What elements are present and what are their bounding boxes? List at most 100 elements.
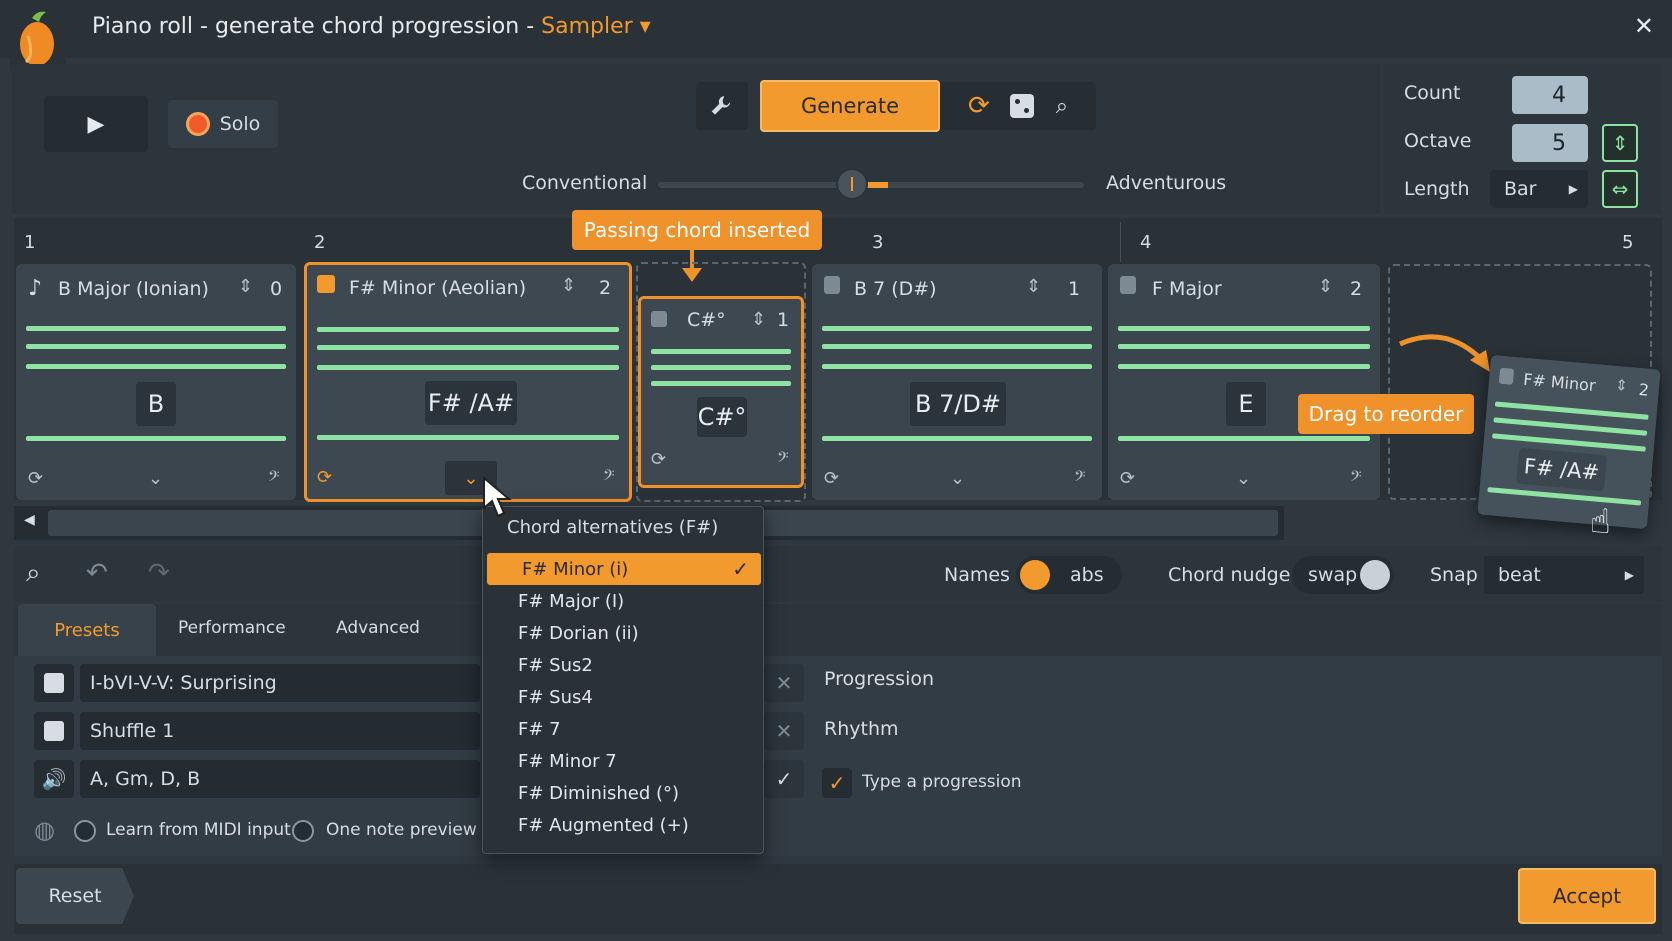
lock-icon[interactable] [824,276,840,294]
refresh-icon[interactable]: ⟳ [317,467,332,488]
tab-advanced[interactable]: Advanced [336,618,420,638]
search-icon[interactable]: ⌕ [1056,94,1068,119]
speaker-icon[interactable]: 🔊 [34,760,74,798]
preset-row-3[interactable]: A, Gm, D, B [80,760,480,798]
chevron-down-icon[interactable]: ⌄ [148,468,163,489]
chord-card-4[interactable]: F Major ⇕ 2 E ⟳ ⌄ 𝄢 [1108,264,1380,500]
undo-icon[interactable]: ↶ [86,558,108,588]
chord-name: B Major (Ionian) [58,278,209,300]
menu-item[interactable]: F# Diminished (°) [483,777,763,809]
chord-card-passing[interactable]: C#° ⇕ 1 C#° ⟳ 𝄢 [638,296,804,488]
dice-icon[interactable] [1009,94,1034,118]
bass-clef-icon[interactable]: 𝄢 [268,468,280,489]
bass-clef-icon[interactable]: 𝄢 [1350,468,1362,489]
length-fit-icon[interactable]: ⇔ [1602,170,1638,208]
dice-icon[interactable] [34,664,74,702]
scroll-left-icon[interactable]: ◀ [24,512,35,528]
snap-select[interactable]: beat ▶ [1484,556,1644,594]
conventional-label: Conventional [522,172,648,194]
close-icon[interactable]: ✕ [764,664,804,702]
play-icon: ▶ [87,111,105,137]
names-toggle[interactable]: abs [1016,556,1122,594]
lock-icon[interactable] [651,311,667,327]
slider-thumb[interactable] [836,168,868,200]
caret-right-icon: ▶ [1624,568,1634,582]
count-stepper[interactable]: 4 [1512,76,1588,114]
chevron-down-icon[interactable]: ⌄ [950,468,965,489]
palette-icon: ◍ [34,816,55,844]
stepper-icon[interactable]: ⇕ [561,275,576,296]
tool-group: ⟳ ⌕ [940,82,1096,130]
adventure-slider[interactable] [658,168,1084,200]
bass-clef-icon[interactable]: 𝄢 [777,449,789,470]
bass-clef-icon[interactable]: 𝄢 [603,467,615,488]
stepper-icon[interactable]: ⇕ [1318,276,1333,297]
curved-arrow-icon [1399,334,1490,372]
chord-card-2[interactable]: F# Minor (Aeolian) ⇕ 2 F# /A# ⟳ ⌄ 𝄢 [304,262,632,502]
accept-label: Accept [1552,884,1622,908]
preset-label: I-bVI-V-V: Surprising [90,672,277,694]
chord-card-1[interactable]: ♪ B Major (Ionian) ⇕ 0 B ⟳ ⌄ 𝄢 [16,264,296,500]
chord-nudge-toggle[interactable]: swap [1292,556,1394,594]
one-note-preview-label: One note preview [326,820,477,840]
accept-button[interactable]: Accept [1518,868,1656,924]
refresh-icon[interactable]: ⟳ [1120,468,1135,489]
close-icon[interactable]: ✕ [764,712,804,750]
chord-inversion: 1 [1068,278,1081,300]
menu-item[interactable]: F# Augmented (+) [483,809,763,841]
menu-item[interactable]: F# Minor 7 [483,745,763,777]
preset-row-1[interactable]: I-bVI-V-V: Surprising [80,664,480,702]
menu-item-selected[interactable]: F# Minor (i) ✓ [487,553,761,585]
learn-radio[interactable] [74,820,96,842]
wrench-icon[interactable] [696,82,748,130]
refresh-icon[interactable]: ⟳ [824,468,839,489]
close-icon[interactable]: ✕ [1634,12,1654,40]
refresh-icon[interactable]: ⟳ [968,91,990,121]
stepper-icon[interactable]: ⇕ [1026,276,1041,297]
refresh-icon[interactable]: ⟳ [651,449,666,470]
reset-button[interactable]: Reset [16,868,134,924]
menu-item[interactable]: F# 7 [483,713,763,745]
bass-clef-icon[interactable]: 𝄢 [1074,468,1086,489]
octave-fit-icon[interactable]: ⇕ [1602,124,1638,162]
redo-icon[interactable]: ↷ [148,558,170,588]
chevron-down-icon[interactable]: ⌄ [1236,468,1251,489]
lock-icon[interactable] [1120,276,1136,294]
count-label: Count [1404,82,1461,104]
menu-item[interactable]: F# Dorian (ii) [483,617,763,649]
dice-icon[interactable] [34,712,74,750]
instrument-dropdown[interactable]: Sampler [541,14,633,39]
reset-label: Reset [48,885,102,907]
menu-item[interactable]: F# Major (I) [483,585,763,617]
drag-callout: Drag to reorder [1298,394,1474,434]
stepper-icon[interactable]: ⇕ [751,309,766,330]
check-icon[interactable]: ✓ [764,760,804,798]
lock-icon [1498,367,1515,385]
refresh-icon[interactable]: ⟳ [28,468,43,489]
stepper-icon[interactable]: ⇕ [238,276,253,297]
fl-logo [10,6,66,72]
octave-stepper[interactable]: 5 [1512,124,1588,162]
count-value: 4 [1552,82,1566,108]
chord-inversion: 2 [599,277,612,299]
preset-row-2[interactable]: Shuffle 1 [80,712,480,750]
preview-radio[interactable] [292,820,314,842]
type-progression-checkbox[interactable]: ✓ [822,768,852,798]
solo-button[interactable]: Solo [168,100,278,148]
snap-value: beat [1498,564,1541,586]
play-button[interactable]: ▶ [44,96,148,152]
dragged-chord-card[interactable]: F# Minor ⇕ 2 F# /A# [1477,354,1661,530]
generate-button[interactable]: Generate [760,80,940,132]
progression-label: Progression [824,668,935,690]
toggle-knob [1020,560,1050,590]
zoom-icon[interactable]: ⌕ [26,558,41,589]
lock-icon[interactable] [317,275,335,293]
tab-performance[interactable]: Performance [178,618,286,638]
menu-item[interactable]: F# Sus2 [483,649,763,681]
menu-item[interactable]: F# Sus4 [483,681,763,713]
tab-presets[interactable]: Presets [18,604,156,656]
chevron-down-icon[interactable]: ▾ [633,14,651,39]
chord-card-3[interactable]: B 7 (D#) ⇕ 1 B 7/D# ⟳ ⌄ 𝄢 [812,264,1102,500]
octave-value: 5 [1552,130,1566,156]
length-select[interactable]: Bar ▶ [1490,170,1588,208]
